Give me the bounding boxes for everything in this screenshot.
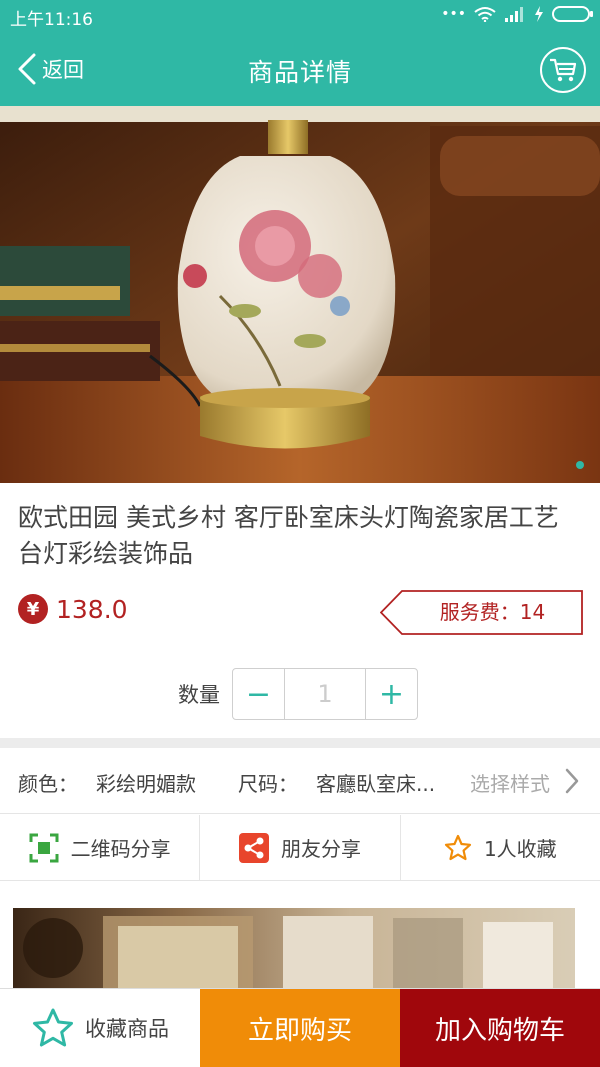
- qr-scan-icon: [29, 833, 59, 862]
- color-value: 彩绘明媚款: [96, 772, 196, 796]
- favorites-count-button[interactable]: 1人收藏: [401, 815, 600, 880]
- signal-icon: [505, 7, 523, 22]
- star-icon: [33, 1008, 73, 1047]
- qr-share-label: 二维码分享: [70, 837, 171, 861]
- color-label: 颜色：: [18, 772, 78, 796]
- size-value: 客廳臥室床...: [316, 772, 436, 796]
- service-fee-text: 服务费：14: [439, 600, 546, 624]
- detail-image: [13, 908, 575, 988]
- price-value: 138.0: [56, 594, 128, 624]
- header: 返回 商品详情: [0, 33, 600, 106]
- more-icon: •••: [441, 6, 466, 22]
- price-row: ¥ 138.0: [18, 594, 128, 624]
- quantity-label: 数量: [178, 683, 220, 707]
- charging-icon: [535, 6, 543, 22]
- size-label: 尺码：: [238, 772, 298, 796]
- carousel-indicator[interactable]: [576, 461, 584, 469]
- lamp-photo: [0, 106, 600, 483]
- wifi-icon: [474, 7, 496, 22]
- battery-icon: [552, 6, 593, 22]
- minus-button[interactable]: −: [233, 669, 285, 719]
- share-icon: [238, 832, 269, 863]
- add-to-cart-button[interactable]: 加入购物车: [400, 989, 600, 1067]
- friend-share-button[interactable]: 朋友分享: [200, 815, 401, 880]
- status-bar: 上午11:16 •••: [0, 0, 600, 33]
- service-fee-tag: 服务费：14: [380, 590, 583, 635]
- buy-now-button[interactable]: 立即购买: [200, 989, 400, 1067]
- bottom-action-bar: 收藏商品 立即购买 加入购物车: [0, 988, 600, 1067]
- friend-share-label: 朋友分享: [280, 837, 361, 861]
- favorites-count-label: 1人收藏: [483, 837, 557, 861]
- star-outline-icon: [444, 834, 472, 860]
- quantity-input[interactable]: 1: [285, 669, 365, 719]
- quantity-row: 数量 − 1 +: [178, 668, 418, 720]
- spec-selector[interactable]: 颜色： 彩绘明媚款 尺码： 客廳臥室床... 选择样式: [0, 748, 600, 814]
- select-style-hint: 选择样式: [470, 772, 550, 796]
- product-image[interactable]: [0, 106, 600, 483]
- product-title: 欧式田园 美式乡村 客厅卧室床头灯陶瓷家居工艺台灯彩绘装饰品: [18, 503, 559, 568]
- status-icons: •••: [441, 6, 593, 22]
- cart-icon: [550, 58, 577, 82]
- cart-button[interactable]: [540, 47, 586, 93]
- chevron-right-icon: [565, 768, 579, 794]
- qr-share-button[interactable]: 二维码分享: [0, 815, 201, 880]
- favorite-label: 收藏商品: [85, 1017, 169, 1041]
- share-row: 二维码分享 朋友分享 1人收藏: [0, 815, 600, 881]
- favorite-button[interactable]: 收藏商品: [0, 989, 200, 1067]
- detail-photo: [13, 908, 575, 988]
- section-divider: [0, 738, 600, 748]
- quantity-stepper: − 1 +: [232, 668, 418, 720]
- status-time: 上午11:16: [10, 10, 93, 30]
- yen-icon: ¥: [18, 594, 48, 624]
- page-title: 商品详情: [247, 58, 352, 87]
- plus-button[interactable]: +: [365, 669, 417, 719]
